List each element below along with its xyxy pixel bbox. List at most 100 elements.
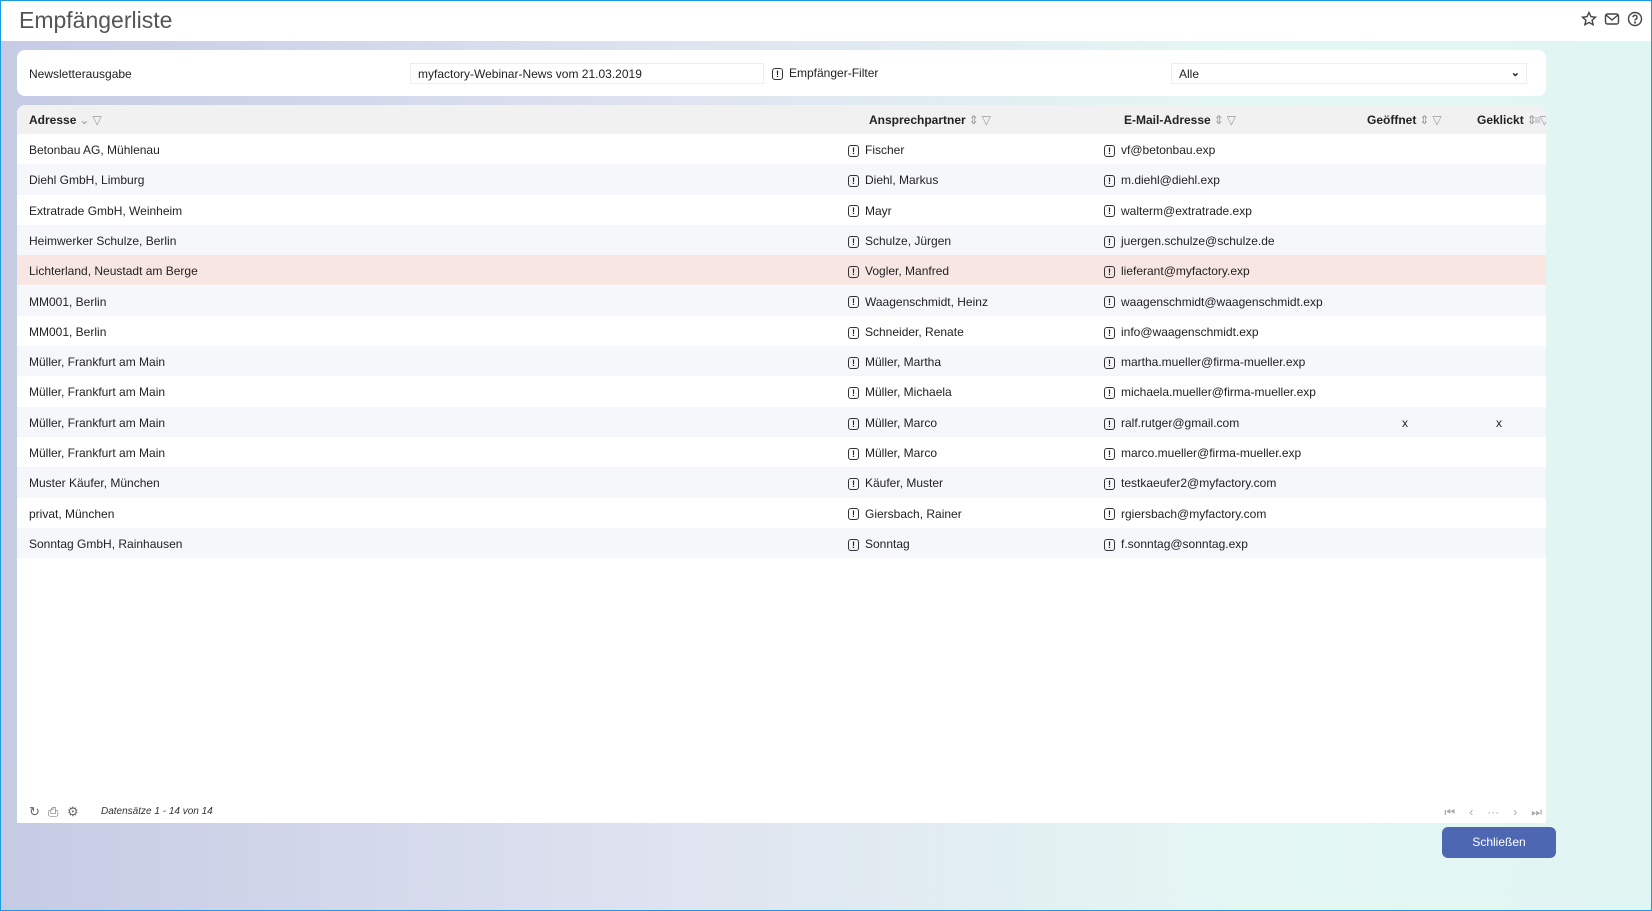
table-row[interactable]: Heimwerker Schulze, Berlin ! Schulze, Jür… (17, 224, 1546, 256)
info-icon[interactable]: ! (1104, 205, 1115, 218)
partner-text: Schneider, Renate (865, 324, 964, 339)
print-icon[interactable]: ⎙ (48, 804, 58, 820)
cell-adresse: Betonbau AG, Mühlenau (29, 143, 160, 157)
sort-icon: ⇕ (1419, 113, 1430, 127)
sort-icon: ⇕ (968, 113, 979, 127)
table-row[interactable]: MM001, Berlin ! Waagenschmidt, Heinz ! waa… (17, 285, 1546, 316)
info-icon[interactable]: ! (848, 387, 859, 400)
table-row[interactable]: Müller, Frankfurt am Main ! Müller, Marth… (17, 346, 1546, 377)
info-icon[interactable]: ! (848, 508, 859, 521)
cell-email: ! lieferant@myfactory.exp (1104, 264, 1250, 278)
info-icon[interactable]: ! (1104, 478, 1115, 491)
recipient-filter-label: ! Empfänger-Filter (772, 66, 878, 80)
more-pages[interactable]: ··· (1487, 805, 1499, 820)
info-icon[interactable]: ! (848, 538, 859, 551)
info-icon[interactable]: ! (1104, 175, 1115, 188)
recipient-filter-select[interactable]: Alle ⌄ (1171, 63, 1527, 84)
info-icon[interactable]: ! (848, 235, 859, 248)
cell-email: ! marco.mueller@firma-mueller.exp (1104, 446, 1301, 460)
cell-adresse: Müller, Frankfurt am Main (29, 415, 166, 430)
partner-text: Vogler, Manfred (865, 264, 950, 279)
cell-adresse: MM001, Berlin (29, 294, 107, 309)
table-row[interactable]: Muster Käufer, München ! Käufer, Muster !… (17, 467, 1546, 498)
star-icon[interactable] (1581, 11, 1597, 27)
info-icon[interactable]: ! (1104, 296, 1115, 309)
cell-email: ! walterm@extratrade.exp (1104, 204, 1252, 218)
refresh-icon[interactable]: ↻ (29, 804, 40, 820)
info-icon[interactable]: ! (1104, 417, 1115, 430)
table-row[interactable]: Extratrade GmbH, Weinheim ! Mayr ! walterm… (17, 195, 1546, 225)
newsletter-input[interactable]: myfactory-Webinar-News vom 21.03.2019 (410, 63, 764, 84)
partner-text: Schulze, Jürgen (865, 233, 952, 248)
cell-adresse: Lichterland, Neustadt am Berge (29, 264, 198, 279)
table-row[interactable]: privat, München ! Giersbach, Rainer ! rgie… (17, 498, 1546, 528)
partner-text: Käufer, Muster (865, 476, 944, 491)
pager: ⏮ ‹ ··· › ⏭ (1444, 805, 1542, 820)
email-text: testkaeufer2@myfactory.com (1121, 476, 1277, 491)
info-icon[interactable]: ! (1104, 356, 1115, 369)
info-icon[interactable]: ! (848, 205, 859, 218)
info-icon[interactable]: ! (1104, 387, 1115, 400)
info-icon[interactable]: ! (1104, 538, 1115, 551)
cell-email: ! m.diehl@diehl.exp (1104, 173, 1220, 187)
info-icon[interactable]: ! (1104, 266, 1115, 279)
partner-text: Müller, Marco (865, 446, 938, 460)
info-icon[interactable]: ! (848, 478, 859, 491)
info-icon[interactable]: ! (848, 326, 859, 339)
info-icon[interactable]: ! (848, 296, 859, 309)
cell-adresse: Diehl GmbH, Limburg (29, 173, 145, 188)
cell-email: ! vf@betonbau.exp (1104, 143, 1215, 157)
prev-page-icon[interactable]: ‹ (1469, 805, 1473, 820)
table-row[interactable]: Betonbau AG, Mühlenau ! Fischer ! vf@beton… (17, 134, 1546, 164)
table-footer: ↻ ⎙ ⚙ Datensätze 1 - 14 von 14 ⏮ ‹ ··· ›… (17, 802, 1546, 822)
table-row[interactable]: Sonntag GmbH, Rainhausen ! Sonntag ! f.son… (17, 527, 1546, 559)
partner-text: Müller, Martha (865, 355, 942, 370)
info-icon[interactable]: ! (848, 266, 859, 279)
last-page-icon[interactable]: ⏭ (1531, 805, 1542, 820)
info-icon[interactable]: ! (1104, 144, 1115, 157)
info-icon[interactable]: ! (848, 144, 859, 157)
email-text: vf@betonbau.exp (1121, 143, 1216, 157)
cell-email: ! martha.mueller@firma-mueller.exp (1104, 355, 1305, 369)
info-icon[interactable]: ! (1104, 447, 1115, 460)
column-adresse[interactable]: Adresse ⌄ ▽ (29, 113, 102, 127)
column-ansprechpartner[interactable]: Ansprechpartner ⇕ ▽ (869, 113, 991, 127)
first-page-icon[interactable]: ⏮ (1444, 805, 1455, 820)
settings-icon[interactable]: ⚙ (67, 804, 79, 820)
help-icon[interactable] (1627, 11, 1643, 27)
cell-email: ! ralf.rutger@gmail.com (1104, 416, 1239, 430)
info-icon[interactable]: ! (1104, 326, 1115, 339)
table-header: Adresse ⌄ ▽ Ansprechpartner ⇕ ▽ E-Mail-Adres… (17, 105, 1546, 134)
info-icon[interactable]: ! (848, 447, 859, 460)
cell-ansprechpartner: ! Müller, Martha (848, 355, 941, 369)
info-icon[interactable]: ! (848, 175, 859, 188)
cell-ansprechpartner: ! Müller, Marco (848, 416, 937, 430)
cell-adresse: Müller, Frankfurt am Main (29, 385, 166, 400)
title-bar: Empfängerliste (1, 1, 1651, 41)
next-page-icon[interactable]: › (1513, 805, 1517, 820)
newsletter-label: Newsletterausgabe (29, 67, 132, 81)
recipient-filter-text: Empfänger-Filter (789, 66, 879, 80)
table-row[interactable]: Müller, Frankfurt am Main ! Müller, Marco… (17, 406, 1546, 437)
info-icon[interactable]: ! (848, 417, 859, 430)
column-email[interactable]: E-Mail-Adresse ⇕ ▽ (1124, 113, 1236, 127)
table-row[interactable]: Lichterland, Neustadt am Berge ! Vogler, … (17, 255, 1546, 286)
mail-icon[interactable] (1604, 11, 1620, 27)
column-menu-icon[interactable]: ≡ (1534, 113, 1541, 127)
table-row[interactable]: Müller, Frankfurt am Main ! Müller, Marco… (17, 437, 1546, 467)
info-icon[interactable]: ! (848, 356, 859, 369)
info-icon[interactable]: ! (1104, 508, 1115, 521)
partner-text: Sonntag (865, 536, 910, 551)
table-row[interactable]: Diehl GmbH, Limburg ! Diehl, Markus ! m.di… (17, 164, 1546, 195)
recipient-table: Adresse ⌄ ▽ Ansprechpartner ⇕ ▽ E-Mail-Adres… (17, 105, 1546, 823)
table-row[interactable]: Müller, Frankfurt am Main ! Müller, Micha… (17, 376, 1546, 406)
cell-ansprechpartner: ! Schneider, Renate (848, 325, 964, 339)
table-row[interactable]: MM001, Berlin ! Schneider, Renate ! info@w… (17, 316, 1546, 346)
filter-icon: ▽ (981, 113, 991, 127)
close-button[interactable]: Schließen (1442, 827, 1556, 858)
column-geoeffnet[interactable]: Geöffnet ⇕ ▽ (1367, 113, 1442, 127)
info-icon[interactable]: ! (1104, 235, 1115, 248)
cell-ansprechpartner: ! Vogler, Manfred (848, 264, 949, 278)
email-text: info@waagenschmidt.exp (1121, 324, 1259, 339)
cell-email: ! juergen.schulze@schulze.de (1104, 234, 1275, 248)
